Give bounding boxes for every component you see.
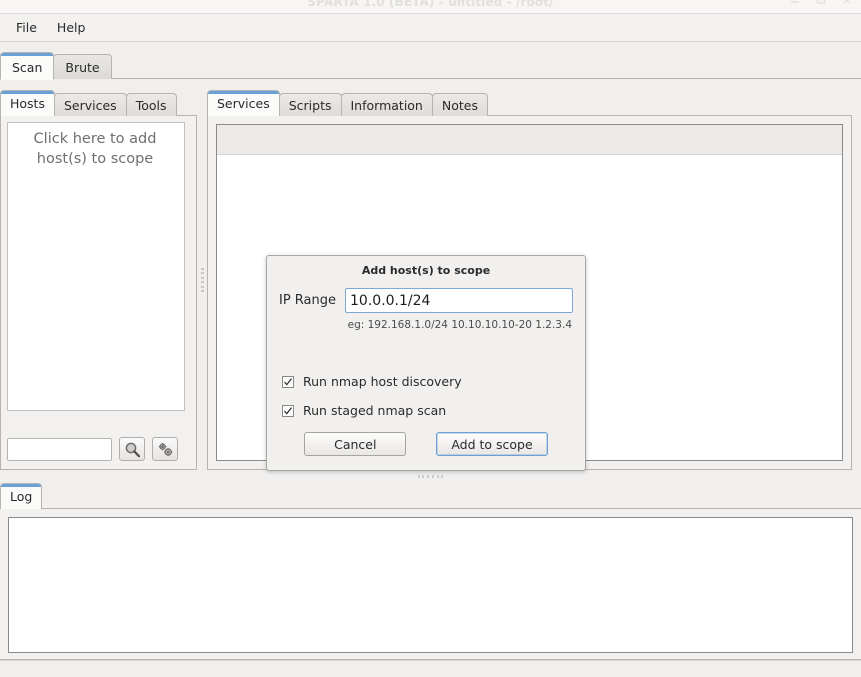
tab-services-label: Services	[217, 96, 270, 111]
ip-range-row: IP Range	[279, 288, 573, 313]
cancel-button[interactable]: Cancel	[304, 432, 407, 456]
menubar: File Help	[0, 14, 861, 42]
ip-range-hint: eg: 192.168.1.0/24 10.10.10.10-20 1.2.3.…	[347, 319, 572, 331]
vertical-splitter-grip	[201, 268, 204, 292]
tab-scripts[interactable]: Scripts	[278, 93, 342, 116]
log-textarea[interactable]	[8, 517, 853, 653]
add-hosts-dialog: Add host(s) to scope IP Range eg: 192.16…	[266, 255, 586, 471]
dialog-title: Add host(s) to scope	[361, 264, 491, 277]
host-list-placeholder-line1: Click here to add	[33, 131, 157, 147]
host-search-row	[7, 437, 178, 461]
tab-scan[interactable]: Scan	[0, 52, 55, 80]
left-panel: Hosts Services Tools Click here to add h…	[0, 90, 197, 470]
horizontal-splitter[interactable]	[0, 471, 861, 483]
minimize-icon[interactable]	[789, 0, 801, 6]
settings-button[interactable]	[152, 437, 178, 461]
tab-services-left-label: Services	[63, 97, 117, 113]
scan-pane: Hosts Services Tools Click here to add h…	[0, 79, 861, 471]
maximize-icon[interactable]	[815, 0, 827, 6]
tab-notes[interactable]: Notes	[431, 93, 488, 116]
add-to-scope-button[interactable]: Add to scope	[436, 432, 548, 456]
tab-tools-label: Tools	[135, 97, 167, 113]
checkbox-staged-scan[interactable]: Run staged nmap scan	[282, 403, 446, 418]
tab-tools[interactable]: Tools	[125, 93, 177, 116]
magnifier-icon	[124, 441, 141, 458]
log-tabbar: Log	[0, 483, 43, 509]
left-panel-tabbar: Hosts Services Tools	[0, 90, 177, 116]
checkbox-staged-scan-label: Run staged nmap scan	[303, 403, 447, 418]
tab-hosts-label: Hosts	[10, 96, 45, 111]
horizontal-splitter-grip	[417, 475, 444, 478]
search-button[interactable]	[119, 437, 145, 461]
right-panel-tabbar: Services Scripts Information Notes	[207, 90, 488, 116]
tab-scripts-label: Scripts	[288, 97, 332, 113]
log-panel-body	[0, 508, 861, 660]
search-input[interactable]	[7, 437, 112, 461]
dialog-buttons: Cancel Add to scope	[267, 432, 585, 456]
checkbox-host-discovery[interactable]: Run nmap host discovery	[282, 374, 462, 389]
window-title: SPARTA 1.0 (BETA) - untitled - /root/	[307, 0, 554, 9]
window-controls	[789, 0, 853, 6]
statusbar	[0, 660, 861, 677]
log-pane: Log	[0, 483, 861, 660]
ip-range-label: IP Range	[279, 293, 337, 308]
tab-hosts[interactable]: Hosts	[0, 90, 55, 116]
tab-services[interactable]: Services	[207, 90, 280, 116]
tab-log[interactable]: Log	[0, 483, 43, 509]
services-table-header	[217, 125, 842, 155]
gears-icon	[157, 441, 174, 458]
window-titlebar: SPARTA 1.0 (BETA) - untitled - /root/	[0, 0, 861, 14]
menu-item-file[interactable]: File	[6, 17, 47, 38]
host-list[interactable]: Click here to add host(s) to scope	[7, 122, 185, 411]
menu-item-help[interactable]: Help	[47, 17, 96, 38]
checkbox-host-discovery-label: Run nmap host discovery	[303, 374, 462, 389]
tab-log-label: Log	[10, 489, 33, 504]
tab-information[interactable]: Information	[340, 93, 433, 116]
ip-range-input[interactable]	[345, 288, 573, 313]
tab-information-label: Information	[350, 97, 423, 113]
checkbox-host-discovery-box[interactable]	[282, 375, 294, 388]
close-icon[interactable]	[841, 0, 853, 6]
tab-brute-label: Brute	[65, 59, 100, 75]
checkbox-staged-scan-box[interactable]	[282, 404, 294, 417]
hosts-panel-body: Click here to add host(s) to scope	[0, 115, 197, 470]
tab-brute[interactable]: Brute	[53, 54, 112, 79]
tab-scan-label: Scan	[12, 59, 43, 75]
main-tabbar: Scan Brute	[0, 43, 861, 80]
host-list-placeholder-line2: host(s) to scope	[36, 151, 154, 167]
tab-notes-label: Notes	[441, 97, 478, 113]
tab-services-left[interactable]: Services	[53, 93, 127, 116]
host-list-placeholder: Click here to add host(s) to scope	[8, 129, 182, 169]
